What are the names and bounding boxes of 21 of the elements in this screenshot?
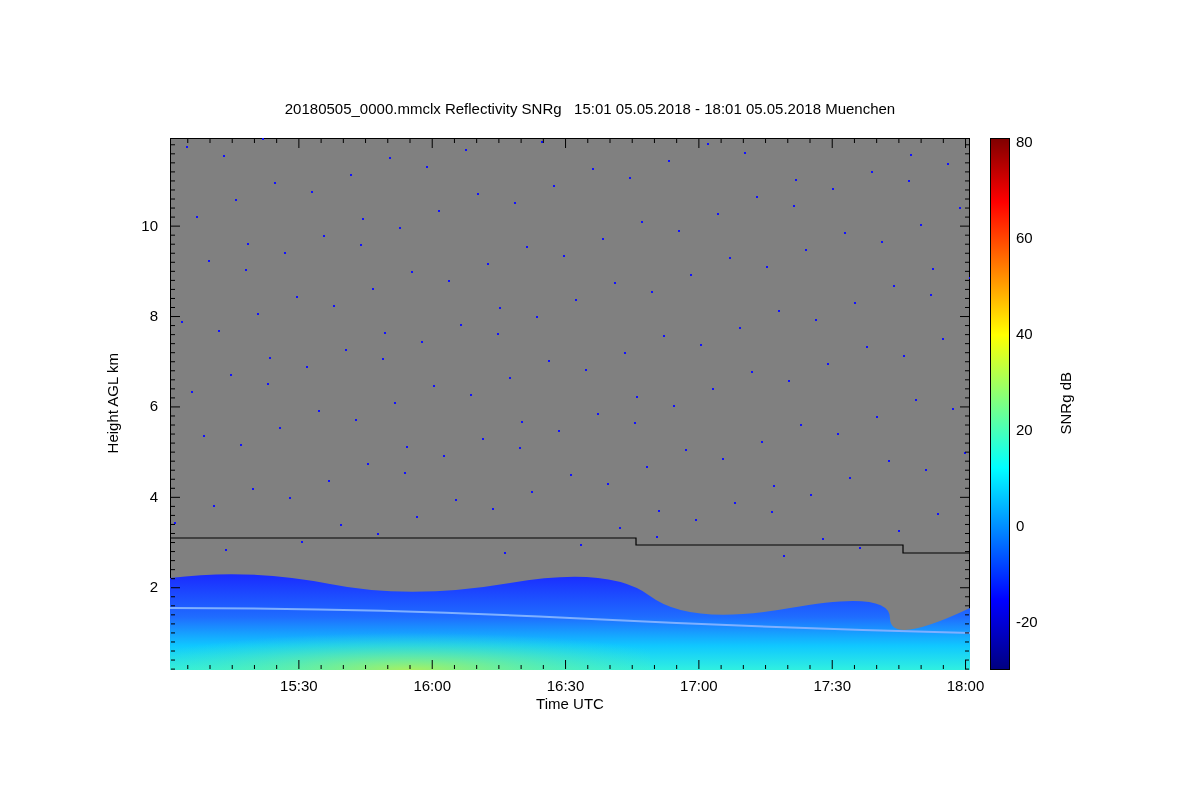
x-axis-label: Time UTC xyxy=(536,695,604,711)
x-tick-label: 17:00 xyxy=(679,677,719,693)
colorbar-tick-label: 0 xyxy=(1016,517,1025,533)
y-tick-label: 6 xyxy=(149,398,158,414)
colorbar-tick-label: 80 xyxy=(1016,134,1033,150)
y-tick-label: 2 xyxy=(149,579,158,595)
colorbar-label: SNRg dB xyxy=(1055,372,1075,435)
colorbar-tick-label: 60 xyxy=(1016,230,1033,246)
colorbar-tick-label: -20 xyxy=(1016,613,1038,629)
y-tick-label: 8 xyxy=(149,308,158,324)
x-tick-label: 18:00 xyxy=(945,677,986,693)
colorbar-tick-label: 40 xyxy=(1016,326,1033,341)
x-tick-label: 16:00 xyxy=(412,677,452,693)
chart-title: 20180505_0000.mmclx Reflectivity SNRg 15:01 05.05.2018 - 18:01 05.05.2018 Muenchen xyxy=(284,99,896,119)
colorbar-tick-label: 20 xyxy=(1016,421,1033,437)
y-tick-label: 10 xyxy=(141,217,158,233)
x-tick-label: 15:30 xyxy=(279,677,319,693)
x-tick-label: 17:30 xyxy=(812,677,852,693)
x-tick-label: 16:30 xyxy=(545,677,586,693)
y-tick-label: 4 xyxy=(149,488,158,504)
y-axis-label: Height AGL km xyxy=(102,353,122,454)
